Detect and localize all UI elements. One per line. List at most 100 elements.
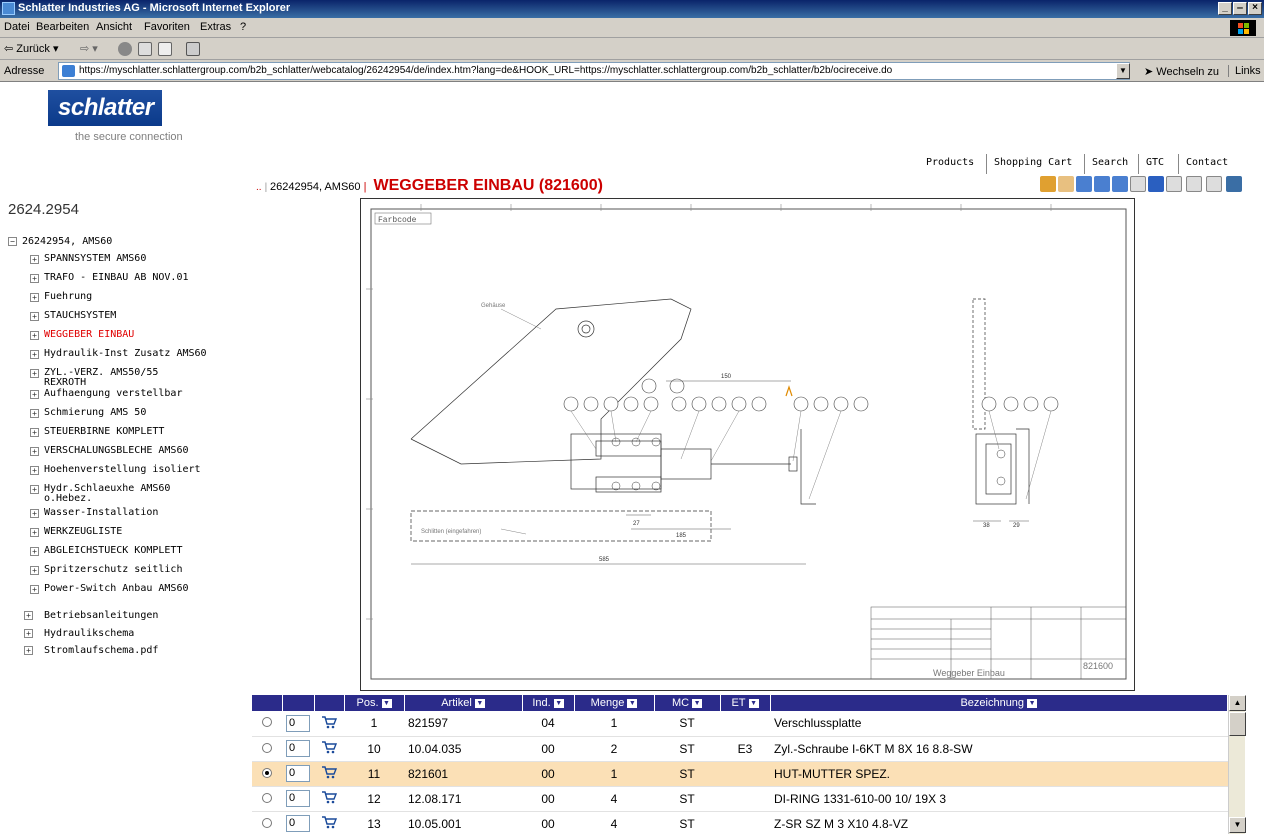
expand-icon[interactable]: + bbox=[30, 447, 39, 456]
expand-icon[interactable]: + bbox=[30, 293, 39, 302]
refresh-icon[interactable] bbox=[138, 42, 152, 56]
print-icon[interactable] bbox=[186, 42, 200, 56]
table-row[interactable]: 0 10 10.04.035 00 2 ST E3 Zyl.-Schraube I-6KT M… bbox=[252, 736, 1228, 762]
collapse-icon[interactable]: − bbox=[8, 237, 17, 246]
nav-search[interactable]: Search bbox=[1092, 157, 1128, 168]
sort-icon[interactable]: ▼ bbox=[1027, 698, 1038, 708]
expand-icon[interactable]: + bbox=[30, 331, 39, 340]
go-button[interactable]: ➤ Wechseln zu bbox=[1144, 65, 1219, 78]
expand-icon[interactable]: + bbox=[24, 629, 33, 638]
quantity-input[interactable]: 0 bbox=[286, 714, 310, 732]
links-button[interactable]: Links bbox=[1228, 65, 1261, 77]
back-button[interactable]: ⇦ Zurück ▾ bbox=[4, 42, 58, 55]
column-bezeichnung[interactable]: Bezeichnung ▼ bbox=[770, 695, 1228, 711]
table-scrollbar[interactable]: ▲ ▼ bbox=[1228, 695, 1246, 834]
table-row[interactable]: 0 11 821601 00 1 ST HUT-MUTTER SPEZ. bbox=[252, 761, 1228, 787]
zoom-window-icon[interactable] bbox=[1112, 176, 1128, 192]
sort-icon[interactable]: ▼ bbox=[748, 698, 759, 708]
expand-icon[interactable]: + bbox=[30, 369, 39, 378]
row-select-radio[interactable] bbox=[262, 767, 272, 778]
add-to-cart-icon[interactable] bbox=[321, 715, 338, 729]
expand-icon[interactable]: + bbox=[30, 509, 39, 518]
row-select-radio[interactable] bbox=[262, 742, 272, 753]
expand-icon[interactable]: + bbox=[30, 466, 39, 475]
list-icon[interactable] bbox=[1186, 176, 1202, 192]
home-view-icon[interactable] bbox=[1040, 176, 1056, 192]
expand-icon[interactable]: + bbox=[30, 312, 39, 321]
scroll-thumb[interactable] bbox=[1229, 712, 1246, 736]
sort-icon[interactable]: ▼ bbox=[474, 698, 485, 708]
column-artikel[interactable]: Artikel ▼ bbox=[404, 695, 523, 711]
breadcrumb-path[interactable]: 26242954, AMS60 bbox=[270, 181, 361, 193]
expand-icon[interactable]: + bbox=[30, 255, 39, 264]
pan-hand-icon[interactable] bbox=[1058, 176, 1074, 192]
quantity-input[interactable]: 0 bbox=[286, 765, 310, 782]
menu-ansicht[interactable]: Ansicht bbox=[96, 21, 132, 33]
nav-shopping-cart[interactable]: Shopping Cart bbox=[994, 157, 1072, 168]
scroll-down-button[interactable]: ▼ bbox=[1229, 817, 1246, 833]
table-row[interactable]: 0 1 821597 04 1 ST Verschlussplatte bbox=[252, 711, 1228, 737]
table-row[interactable]: 0 12 12.08.171 00 4 ST DI-RING 1331-610-00 10/… bbox=[252, 786, 1228, 812]
address-input[interactable]: https://myschlatter.schlattergroup.com/b… bbox=[58, 62, 1130, 80]
column-et[interactable]: ET ▼ bbox=[720, 695, 771, 711]
table-icon[interactable] bbox=[1206, 176, 1222, 192]
nav-contact[interactable]: Contact bbox=[1186, 157, 1228, 168]
address-dropdown[interactable]: ▼ bbox=[1116, 63, 1130, 79]
column-ind[interactable]: Ind. ▼ bbox=[522, 695, 575, 711]
row-select-radio[interactable] bbox=[262, 792, 272, 803]
expand-icon[interactable]: + bbox=[30, 485, 39, 494]
sort-icon[interactable]: ▼ bbox=[381, 698, 392, 708]
nav-gtc[interactable]: GTC bbox=[1146, 157, 1164, 168]
fit-icon[interactable] bbox=[1130, 176, 1146, 192]
schlatter-logo[interactable]: schlatter bbox=[48, 90, 162, 126]
cell-mc: ST bbox=[679, 816, 695, 831]
add-to-cart-icon[interactable] bbox=[321, 740, 338, 754]
expand-icon[interactable]: + bbox=[30, 547, 39, 556]
print-view-icon[interactable] bbox=[1226, 176, 1242, 192]
menu-help[interactable]: ? bbox=[240, 21, 246, 33]
add-to-cart-icon[interactable] bbox=[321, 765, 338, 779]
flag-icon[interactable] bbox=[1148, 176, 1164, 192]
expand-icon[interactable]: + bbox=[30, 350, 39, 359]
menu-datei[interactable]: Datei bbox=[4, 21, 30, 33]
row-select-radio[interactable] bbox=[262, 817, 272, 828]
column-pos[interactable]: Pos. ▼ bbox=[344, 695, 405, 711]
menu-extras[interactable]: Extras bbox=[200, 21, 231, 33]
sort-icon[interactable]: ▼ bbox=[627, 698, 638, 708]
menu-bearbeiten[interactable]: Bearbeiten bbox=[36, 21, 89, 33]
technical-drawing[interactable]: Farbcode 150 585 185 27 38 29 Gehäuse Sc… bbox=[360, 198, 1135, 691]
zoom-in-icon[interactable] bbox=[1076, 176, 1092, 192]
expand-icon[interactable]: + bbox=[30, 528, 39, 537]
home-icon[interactable] bbox=[158, 42, 172, 56]
quantity-input[interactable]: 0 bbox=[286, 740, 310, 757]
table-row[interactable]: 0 13 10.05.001 00 4 ST Z-SR SZ M 3 X10 4.8-VZ bbox=[252, 811, 1228, 834]
add-to-cart-icon[interactable] bbox=[321, 790, 338, 804]
minimize-button[interactable]: _ bbox=[1218, 2, 1232, 15]
breadcrumb-prefix[interactable]: .. bbox=[256, 182, 262, 193]
zoom-out-icon[interactable] bbox=[1094, 176, 1110, 192]
quantity-input[interactable]: 0 bbox=[286, 790, 310, 807]
stop-icon[interactable] bbox=[118, 42, 132, 56]
row-select-radio[interactable] bbox=[262, 717, 272, 728]
quantity-input[interactable]: 0 bbox=[286, 815, 310, 832]
expand-icon[interactable]: + bbox=[30, 585, 39, 594]
close-button[interactable]: × bbox=[1248, 2, 1262, 15]
expand-icon[interactable]: + bbox=[30, 274, 39, 283]
expand-icon[interactable]: + bbox=[30, 409, 39, 418]
sort-icon[interactable]: ▼ bbox=[692, 698, 703, 708]
expand-icon[interactable]: + bbox=[24, 611, 33, 620]
add-to-cart-icon[interactable] bbox=[321, 815, 338, 829]
expand-icon[interactable]: + bbox=[30, 566, 39, 575]
expand-icon[interactable]: + bbox=[24, 646, 33, 655]
expand-icon[interactable]: + bbox=[30, 428, 39, 437]
column-mc[interactable]: MC ▼ bbox=[654, 695, 721, 711]
forward-button[interactable]: ⇨ ▾ bbox=[80, 42, 98, 55]
sort-icon[interactable]: ▼ bbox=[553, 698, 564, 708]
column-menge[interactable]: Menge ▼ bbox=[574, 695, 655, 711]
scroll-up-button[interactable]: ▲ bbox=[1229, 695, 1246, 711]
nav-products[interactable]: Products bbox=[926, 157, 974, 168]
tree-icon[interactable] bbox=[1166, 176, 1182, 192]
expand-icon[interactable]: + bbox=[30, 390, 39, 399]
menu-favoriten[interactable]: Favoriten bbox=[144, 21, 190, 33]
maximize-button[interactable]: ̶ bbox=[1233, 2, 1247, 15]
